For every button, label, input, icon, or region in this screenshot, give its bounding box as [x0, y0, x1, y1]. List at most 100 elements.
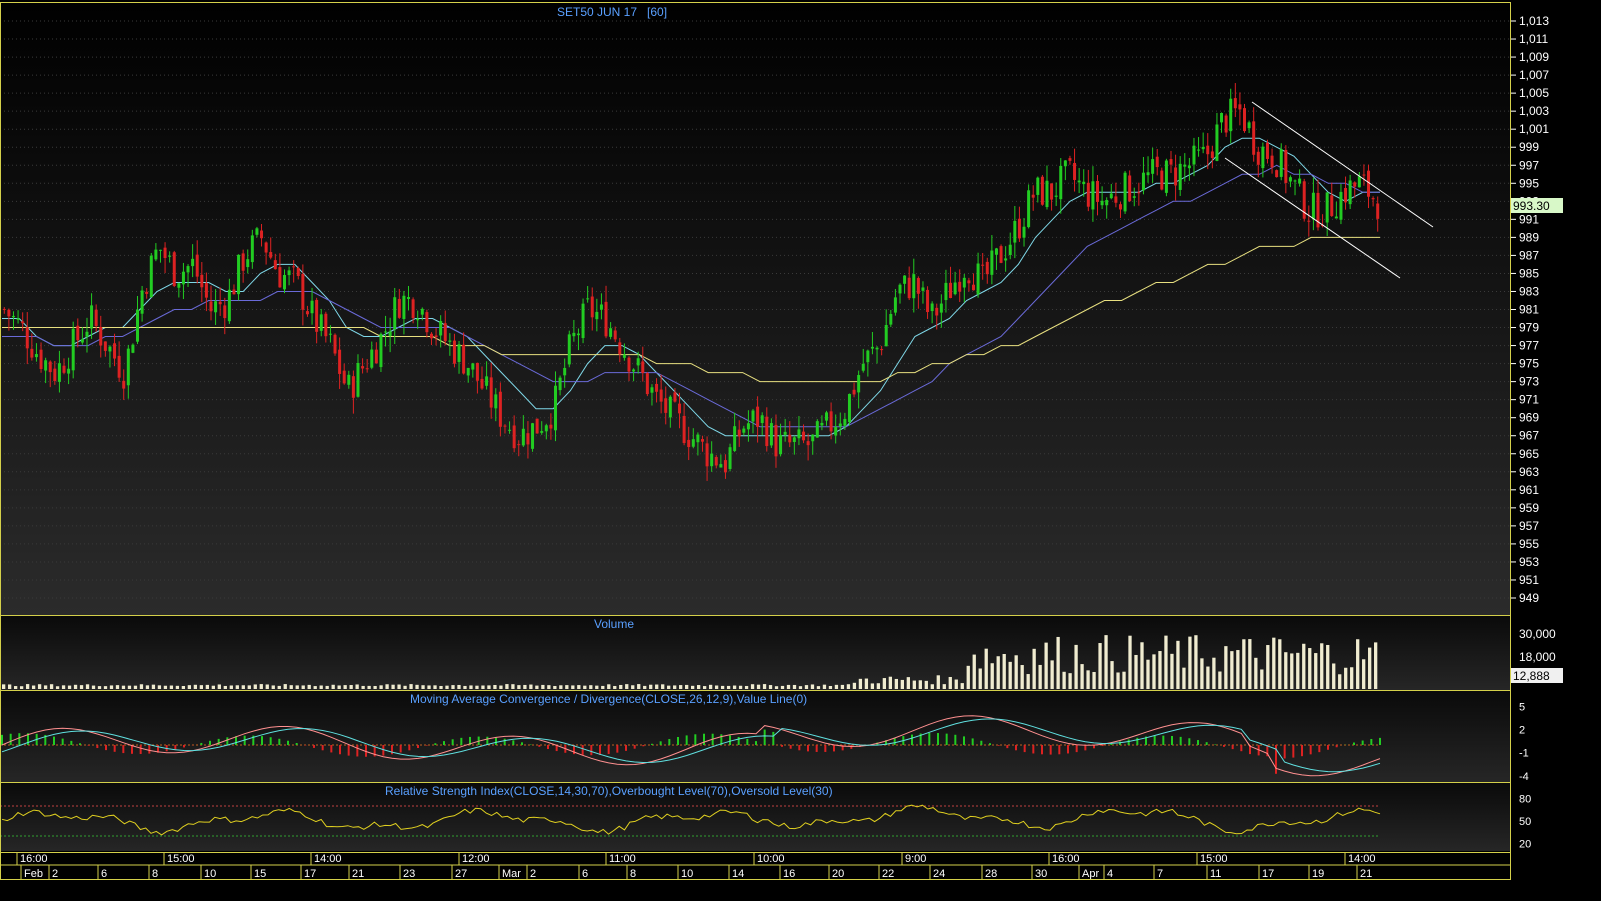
volume-bar — [1086, 670, 1090, 689]
candle-body — [508, 429, 512, 431]
volume-bar — [139, 684, 144, 689]
candle-body — [1371, 198, 1375, 200]
volume-bar — [906, 677, 910, 689]
candle-body — [1164, 160, 1168, 193]
volume-bar — [607, 684, 611, 689]
macd-panel-title: Moving Average Convergence / Divergence(… — [410, 692, 807, 706]
volume-bar — [1104, 635, 1108, 689]
price-tick-label: 987 — [1519, 248, 1539, 262]
candle-body — [1045, 180, 1049, 208]
volume-bar — [1026, 674, 1030, 689]
date-label: 28 — [985, 868, 997, 880]
volume-bar — [439, 685, 443, 689]
volume-bar — [127, 685, 132, 689]
time-axis[interactable]: 16:00 15:00 14:00 12:00 11:00 10:00 9:00 16:00 1… — [0, 852, 1510, 880]
candle-body — [1141, 172, 1145, 191]
candle-body — [1086, 182, 1090, 207]
volume-bar — [1110, 661, 1114, 689]
candle-body — [425, 312, 429, 333]
candle-body — [57, 363, 61, 382]
candle-body — [1068, 158, 1072, 161]
volume-bar — [1080, 664, 1084, 689]
candle-body — [443, 323, 447, 342]
candle-body — [1362, 174, 1366, 176]
candle-body — [586, 298, 590, 300]
candle-body — [572, 332, 576, 337]
candle-body — [774, 424, 778, 457]
candle-body — [154, 249, 158, 260]
price-tick-label: 981 — [1519, 303, 1539, 317]
volume-bar — [655, 684, 659, 689]
candle-body — [949, 282, 953, 298]
candle-body — [16, 318, 20, 320]
volume-bar — [343, 685, 347, 689]
volume-bar — [1284, 652, 1288, 689]
candle-body — [1197, 149, 1201, 151]
volume-bar — [505, 684, 509, 689]
volume-bar — [391, 684, 395, 689]
candle-body — [563, 367, 567, 376]
candle-body — [655, 383, 659, 392]
volume-bar — [1074, 644, 1078, 689]
volume-bar — [637, 684, 641, 689]
candle-body — [682, 415, 686, 444]
macd-tick-label: -1 — [1519, 748, 1529, 760]
candle-body — [760, 415, 764, 423]
volume-bar — [619, 684, 623, 689]
volume-bar — [750, 684, 755, 689]
candle-body — [1334, 216, 1338, 219]
trading-chart[interactable]: SET50 JUN 17 [60] 1,0131,0111,0091,0071,0… — [0, 0, 1601, 901]
candle-body — [1050, 183, 1054, 200]
volume-bar — [774, 686, 779, 689]
candle-body — [1298, 178, 1302, 184]
time-label: 14:00 — [1348, 853, 1376, 865]
volume-bar — [271, 685, 275, 689]
volume-bar — [876, 683, 881, 689]
candle-body — [705, 443, 709, 467]
candle-body — [44, 360, 48, 371]
candle-body — [866, 350, 870, 363]
volume-bar — [828, 685, 833, 689]
price-panel[interactable]: SET50 JUN 17 [60] 1,0131,0111,0091,0071,0… — [0, 2, 1563, 615]
price-tick-label: 1,003 — [1519, 104, 1549, 118]
date-label: 15 — [254, 868, 266, 880]
price-axis[interactable]: 1,013 1,011 1,009 1,007 1,005 1,003 1,001 999 99… — [1511, 14, 1549, 605]
volume-bar — [61, 685, 66, 689]
date-label: 20 — [832, 868, 844, 880]
candle-body — [627, 357, 631, 372]
candle-body — [241, 253, 245, 271]
candle-body — [549, 424, 553, 429]
volume-panel[interactable]: Volume 30,000 18,000 12,888 — [0, 616, 1563, 690]
price-tick-label: 971 — [1519, 393, 1539, 407]
volume-bar — [840, 684, 845, 689]
candle-body — [1247, 122, 1251, 129]
volume-bar — [1146, 659, 1150, 689]
macd-panel[interactable]: Moving Average Convergence / Divergence(… — [0, 691, 1529, 783]
candle-body — [581, 303, 585, 339]
candle-body — [1307, 220, 1311, 222]
candle-body — [223, 305, 227, 319]
volume-bar — [1194, 635, 1198, 689]
candle-body — [1091, 181, 1095, 210]
candle-body — [250, 235, 254, 263]
volume-bar — [433, 685, 437, 689]
candle-body — [448, 340, 452, 342]
candle-body — [328, 333, 332, 335]
rsi-panel[interactable]: Relative Strength Index(CLOSE,14,30,70),… — [0, 783, 1531, 851]
volume-bar — [85, 684, 90, 689]
volume-bar — [804, 685, 809, 689]
price-tick-label: 967 — [1519, 429, 1539, 443]
volume-bar — [577, 685, 581, 689]
volume-bar — [55, 686, 60, 689]
candle-body — [94, 309, 98, 327]
candle-body — [1265, 142, 1269, 159]
candle-body — [645, 373, 649, 395]
candle-body — [912, 274, 916, 299]
time-label: 9:00 — [905, 853, 926, 865]
candle-body — [1252, 121, 1256, 155]
volume-bar — [846, 684, 851, 689]
volume-bar — [798, 686, 803, 689]
candle-body — [829, 411, 833, 432]
candle-body — [1022, 226, 1026, 238]
volume-bar — [547, 685, 551, 689]
